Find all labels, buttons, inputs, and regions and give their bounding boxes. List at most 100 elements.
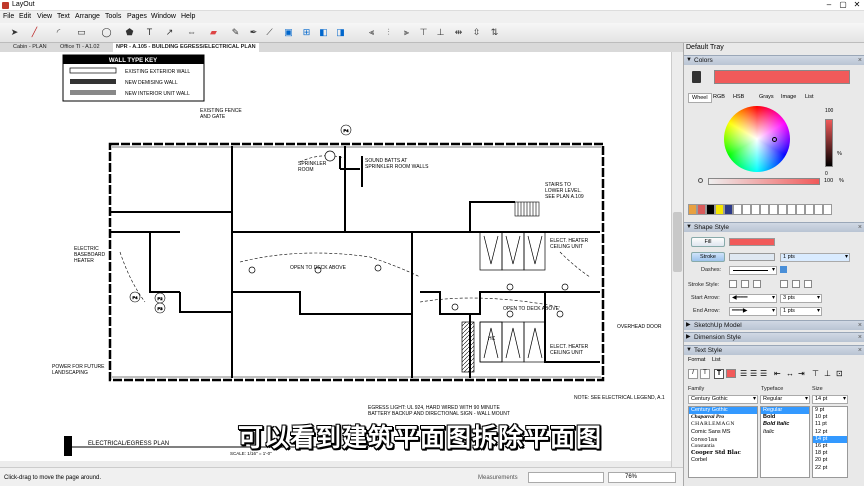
color-swatch[interactable]: [751, 204, 760, 215]
sample-tool-icon[interactable]: ✒: [247, 26, 260, 39]
font-family-list[interactable]: Century Gothic Chaparral Pro CHARLEMAGN …: [688, 406, 758, 478]
font-size-item[interactable]: 9 pt: [813, 407, 847, 414]
menu-window[interactable]: Window: [151, 13, 176, 20]
add-page-icon[interactable]: ⊞: [300, 26, 313, 39]
menu-help[interactable]: Help: [181, 13, 195, 20]
tab-grays[interactable]: Grays: [759, 94, 774, 100]
font-size-item[interactable]: 18 pt: [813, 450, 847, 457]
circle-tool-icon[interactable]: ◯: [100, 26, 113, 39]
font-family-field[interactable]: Century Gothic: [688, 395, 758, 404]
font-color-button[interactable]: T: [714, 369, 724, 379]
select-tool-icon[interactable]: ➤: [8, 26, 21, 39]
opacity-radio-icon[interactable]: [698, 178, 703, 183]
font-size-list[interactable]: 9 pt 10 pt 11 pt 12 pt 14 pt 16 pt 18 pt…: [812, 406, 848, 478]
arc-tool-icon[interactable]: ◜: [52, 26, 65, 39]
align-right-icon[interactable]: ⫸: [400, 26, 413, 39]
text-color-swatch[interactable]: [726, 369, 736, 378]
font-family-item[interactable]: CHARLEMAGN: [689, 421, 757, 428]
vertical-scroll-thumb[interactable]: [673, 212, 682, 272]
italic-button[interactable]: I: [688, 369, 698, 379]
align-bottom-icon[interactable]: ⊥: [434, 26, 447, 39]
color-swatch[interactable]: [778, 204, 787, 215]
stroke-weight-select[interactable]: 1 pts: [780, 253, 850, 262]
anchor-icon[interactable]: ↔: [786, 369, 794, 378]
tab-wheel[interactable]: Wheel: [688, 93, 712, 103]
end-arrow-select[interactable]: ━━━▶: [729, 307, 777, 316]
cap-style-icon[interactable]: [753, 280, 761, 288]
color-wheel-picker[interactable]: [772, 137, 777, 142]
start-arrow-select[interactable]: ◀━━━: [729, 294, 777, 303]
split-tool-icon[interactable]: ⟋: [263, 26, 276, 39]
menu-pages[interactable]: Pages: [127, 13, 147, 20]
join-style-icon[interactable]: [792, 280, 800, 288]
opacity-slider[interactable]: [708, 178, 820, 185]
rectangle-tool-icon[interactable]: ▭: [75, 26, 88, 39]
font-size-item[interactable]: 22 pt: [813, 465, 847, 472]
font-size-item[interactable]: 14 pt: [813, 435, 847, 443]
valign-icon[interactable]: ⊥: [824, 369, 831, 378]
color-swatch[interactable]: [697, 204, 706, 215]
color-swatch[interactable]: [760, 204, 769, 215]
color-swatch[interactable]: [733, 204, 742, 215]
eraser-tool-icon[interactable]: ▰: [207, 26, 220, 39]
fill-button[interactable]: Fill: [691, 237, 725, 247]
font-size-item[interactable]: 16 pt: [813, 443, 847, 450]
align-top-icon[interactable]: ⊤: [417, 26, 430, 39]
font-size-item[interactable]: 11 pt: [813, 421, 847, 428]
join-style-icon[interactable]: [780, 280, 788, 288]
anchor-icon[interactable]: ⇤: [774, 369, 781, 378]
dashes-select[interactable]: [729, 266, 777, 275]
fill-color-swatch[interactable]: [729, 238, 775, 246]
font-size-field[interactable]: 14 pt: [812, 395, 848, 404]
menu-view[interactable]: View: [37, 13, 52, 20]
menu-arrange[interactable]: Arrange: [75, 13, 100, 20]
dimension-tool-icon[interactable]: ⇔: [185, 26, 198, 39]
text-tool-icon[interactable]: T: [143, 26, 156, 39]
polygon-tool-icon[interactable]: ⬟: [123, 26, 136, 39]
font-size-item[interactable]: 20 pt: [813, 457, 847, 464]
maximize-button[interactable]: ▢: [836, 0, 850, 11]
color-swatch[interactable]: [688, 204, 697, 215]
underline-button[interactable]: T: [700, 369, 710, 379]
previous-page-icon[interactable]: ◧: [317, 26, 330, 39]
color-swatch[interactable]: [823, 204, 832, 215]
vertical-scrollbar[interactable]: [671, 52, 683, 467]
tab-format[interactable]: Format: [688, 357, 705, 363]
align-right-text-icon[interactable]: ☰: [760, 369, 767, 378]
color-swatch[interactable]: [805, 204, 814, 215]
stroke-color-swatch[interactable]: [729, 253, 775, 261]
font-family-item[interactable]: Comic Sans MS: [689, 429, 757, 436]
join-style-icon[interactable]: [804, 280, 812, 288]
tab-list[interactable]: List: [805, 94, 814, 100]
font-family-item[interactable]: Cooper Std Blac: [689, 450, 757, 457]
color-wheel[interactable]: [724, 106, 790, 172]
tab-office-ti[interactable]: Office TI - A1.02: [57, 43, 103, 52]
font-family-item[interactable]: Corbel: [689, 457, 757, 464]
typeface-item[interactable]: Italic: [761, 429, 809, 436]
color-swatch[interactable]: [814, 204, 823, 215]
cap-style-icon[interactable]: [741, 280, 749, 288]
menu-text[interactable]: Text: [57, 13, 70, 20]
tab-npr-a105[interactable]: NPR - A.105 - BUILDING EGRESS/ELECTRICAL…: [113, 43, 259, 52]
zoom-field[interactable]: 76%: [608, 472, 676, 483]
color-swatch[interactable]: [715, 204, 724, 215]
menu-tools[interactable]: Tools: [105, 13, 121, 20]
measurements-field[interactable]: [528, 472, 604, 483]
font-family-item[interactable]: Constantia: [689, 443, 757, 450]
color-swatch[interactable]: [787, 204, 796, 215]
style-tool-icon[interactable]: ✎: [229, 26, 242, 39]
text-style-panel-header[interactable]: ▼ Text Style ×: [684, 345, 864, 355]
color-swatch[interactable]: [769, 204, 778, 215]
align-center-icon[interactable]: ⫶: [382, 26, 395, 39]
flip-icon[interactable]: ⇅: [488, 26, 501, 39]
font-size-item[interactable]: 12 pt: [813, 429, 847, 436]
typeface-item[interactable]: Regular: [761, 407, 809, 415]
font-family-item[interactable]: Chaparral Pro: [689, 414, 757, 421]
color-swatch[interactable]: [706, 204, 715, 215]
menu-file[interactable]: File: [3, 13, 14, 20]
typeface-item[interactable]: Bold: [761, 414, 809, 421]
next-page-icon[interactable]: ◨: [334, 26, 347, 39]
space-vertical-icon[interactable]: ⇳: [470, 26, 483, 39]
close-button[interactable]: ✕: [850, 0, 864, 11]
tab-hsb[interactable]: HSB: [733, 94, 744, 100]
